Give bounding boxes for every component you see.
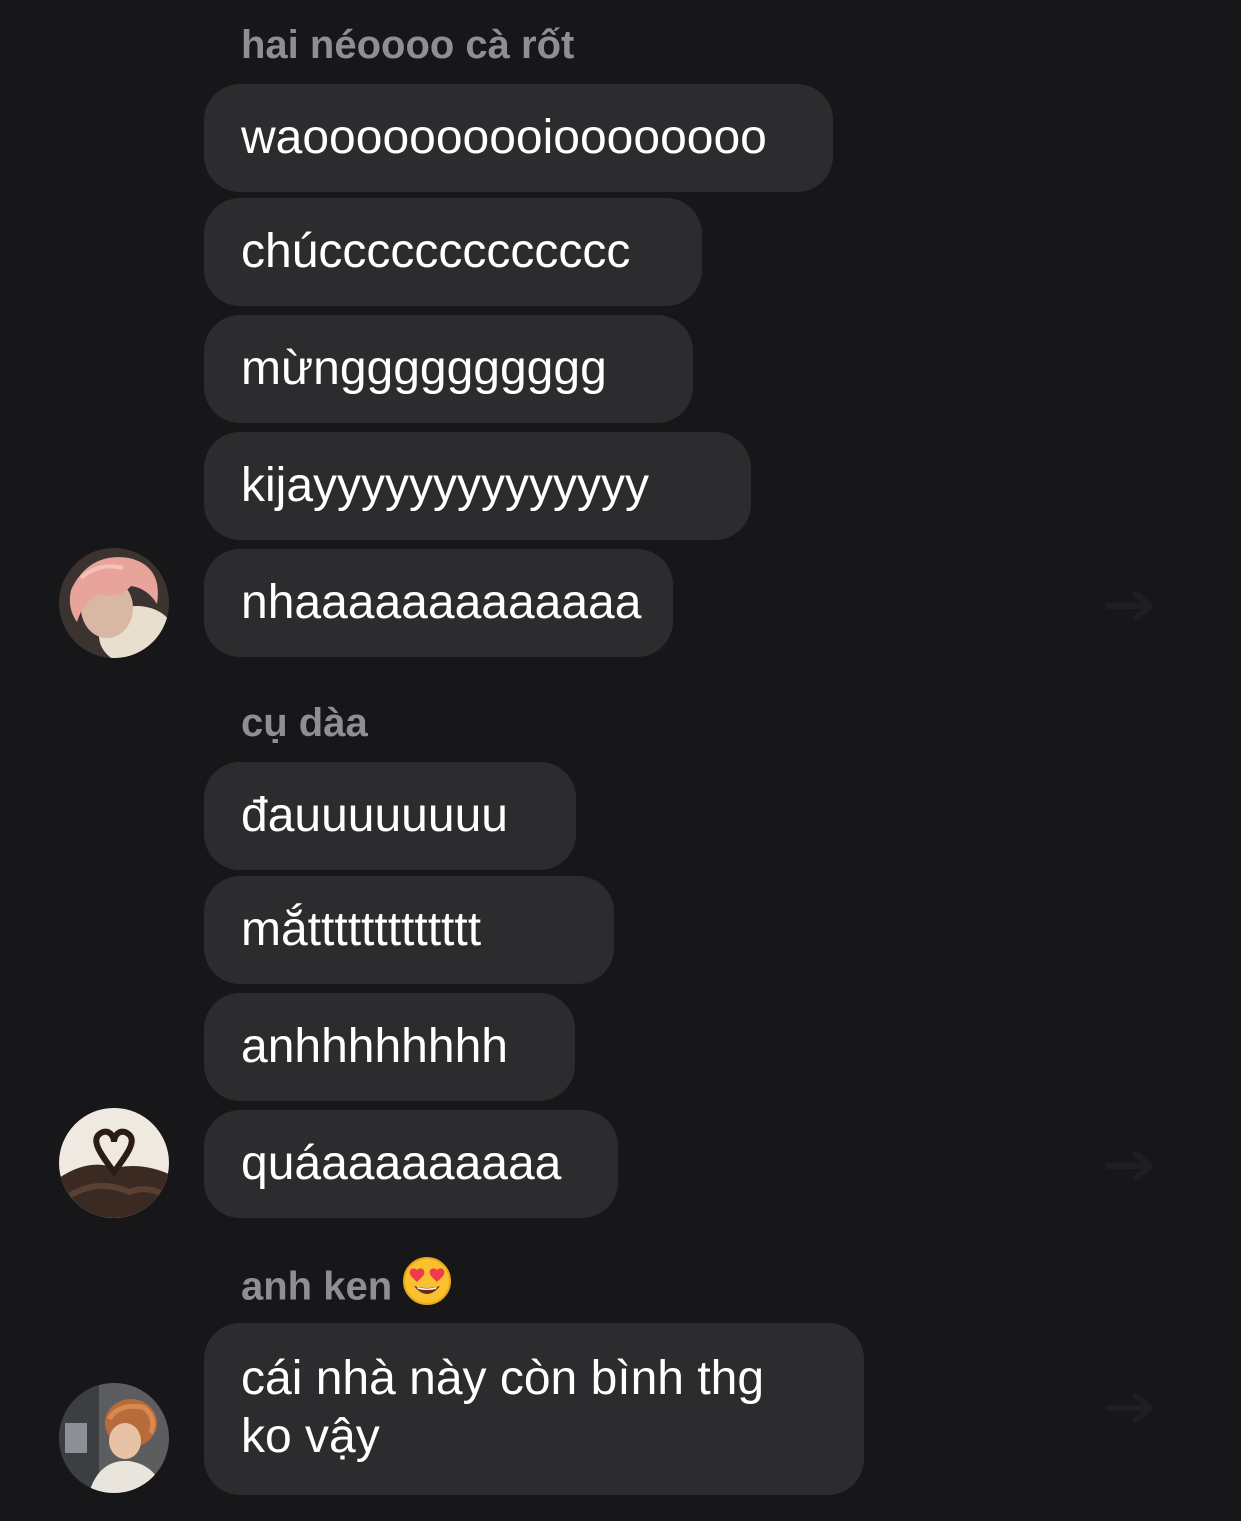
sender-name: hai néoooo cà rốt [241, 23, 575, 67]
share-icon[interactable] [1100, 1142, 1166, 1182]
message-bubble[interactable]: quáaaaaaaaaa [204, 1110, 618, 1218]
message-bubble[interactable]: chúccccccccccccc [204, 198, 702, 306]
heart-eyes-emoji-icon [402, 1256, 452, 1316]
share-icon[interactable] [1100, 1384, 1166, 1424]
avatar[interactable] [59, 1383, 169, 1493]
message-bubble[interactable]: đauuuuuuuu [204, 762, 576, 870]
chat-thread: hai néoooo cà rốt waoooooooooioooooooo c… [0, 0, 1241, 1521]
message-bubble[interactable]: mắttttttttttttt [204, 876, 614, 984]
message-bubble[interactable]: mừngggggggggg [204, 315, 693, 423]
message-bubble[interactable]: nhaaaaaaaaaaaaa [204, 549, 673, 657]
message-bubble[interactable]: anhhhhhhhh [204, 993, 575, 1101]
message-bubble[interactable]: waoooooooooioooooooo [204, 84, 833, 192]
share-icon[interactable] [1100, 582, 1166, 622]
avatar[interactable] [59, 1108, 169, 1218]
sender-name: anh ken [241, 1257, 452, 1316]
message-bubble[interactable]: kijayyyyyyyyyyyyyy [204, 432, 751, 540]
avatar[interactable] [59, 548, 169, 658]
sender-name: cụ dàa [241, 701, 368, 745]
message-bubble[interactable]: cái nhà này còn bình thg ko vậy [204, 1323, 864, 1495]
